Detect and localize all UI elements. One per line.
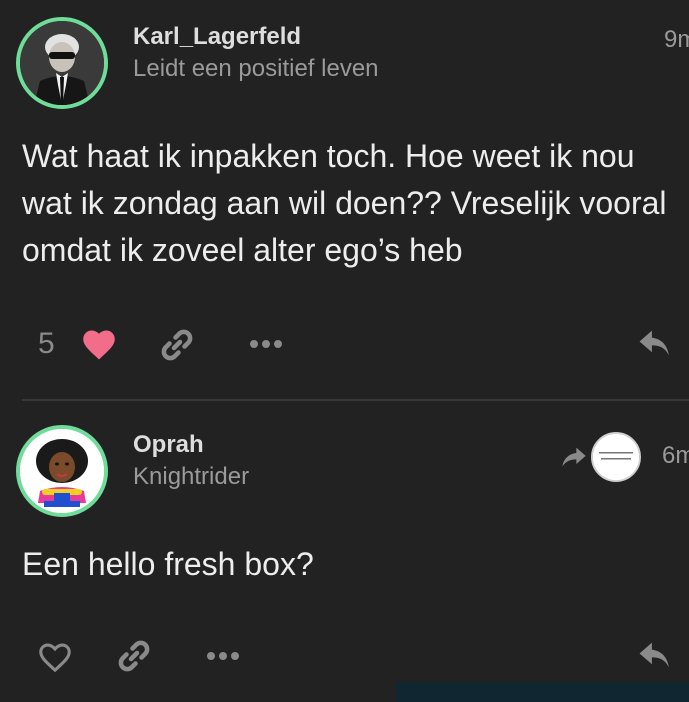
avatar[interactable] (16, 17, 108, 109)
post-body: Wat haat ik inpakken toch. Hoe weet ik n… (22, 138, 667, 268)
heart-icon[interactable] (80, 327, 118, 361)
avatar[interactable] (16, 425, 108, 517)
reply-to-avatar[interactable] (591, 432, 641, 482)
user-subtitle: Leidt een positief leven (133, 55, 379, 82)
timestamp: 9m (664, 26, 689, 53)
post-body: Een hello fresh box? (22, 546, 314, 582)
bottom-panel-edge (396, 682, 689, 702)
link-icon[interactable] (116, 638, 152, 674)
username[interactable]: Oprah (133, 431, 204, 459)
reply-icon[interactable] (636, 326, 674, 360)
username[interactable]: Karl_Lagerfeld (133, 23, 301, 51)
more-icon[interactable] (248, 338, 284, 350)
like-count: 5 (38, 327, 55, 360)
link-icon[interactable] (159, 327, 195, 363)
reply-to-avatar-image (593, 434, 639, 480)
reply-icon[interactable] (636, 638, 674, 672)
reply-arrow-icon (562, 447, 586, 467)
user-subtitle: Knightrider (133, 463, 250, 490)
post-oprah: Oprah Knightrider 6m Een hello fresh box… (0, 400, 689, 702)
more-icon[interactable] (205, 650, 241, 662)
avatar-image-oprah (20, 429, 104, 513)
avatar-image-karl (20, 21, 104, 105)
heart-outline-icon[interactable] (36, 640, 74, 674)
timestamp: 6m (662, 442, 689, 469)
post-karl: Karl_Lagerfeld Leidt een positief leven … (0, 0, 689, 400)
